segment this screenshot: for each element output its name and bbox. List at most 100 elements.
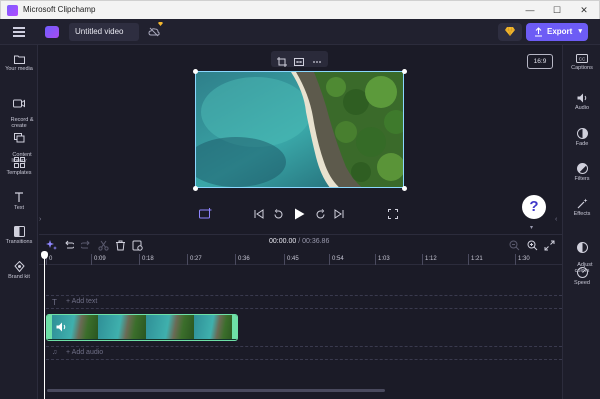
zoom-out-icon[interactable] [509, 238, 521, 251]
playhead[interactable] [44, 257, 45, 399]
clip-thumbnail [194, 315, 234, 339]
video-preview[interactable] [195, 71, 404, 188]
ruler-tick-label: 0:18 [142, 256, 154, 262]
aspect-ratio-button[interactable]: 16:9 [527, 54, 553, 69]
sidebar-item-label: Filters [574, 176, 590, 182]
help-button[interactable]: ? [522, 195, 546, 219]
delete-trash-icon[interactable] [115, 238, 127, 251]
more-options-icon[interactable] [312, 54, 322, 64]
clip-thumbnail [146, 315, 194, 339]
record-icon[interactable] [132, 238, 144, 251]
project-title-input[interactable]: Untitled video [69, 23, 139, 41]
sidebar-item-audio[interactable]: Audio [563, 93, 600, 112]
menu-icon[interactable] [13, 27, 25, 37]
playback-controls [0, 205, 600, 223]
video-clip[interactable] [46, 314, 238, 341]
music-note-icon: ♫ [52, 349, 58, 356]
resize-handle-top-right[interactable] [402, 69, 407, 74]
ruler-tick-label: 1:03 [378, 256, 390, 262]
close-window-button[interactable]: ✕ [573, 3, 595, 18]
svg-text:CC: CC [579, 56, 586, 61]
ruler-tick-label: 1:21 [471, 256, 483, 262]
premium-gem-badge-icon [158, 22, 163, 26]
split-scissors-icon[interactable] [98, 238, 110, 251]
preview-toolbar [271, 51, 328, 67]
export-button[interactable]: Export ▾ [526, 23, 588, 41]
adjust-colors-icon [576, 242, 588, 253]
skip-forward-icon[interactable] [334, 205, 348, 223]
sidebar-item-label: Fade [575, 141, 589, 147]
clip-audio-icon[interactable] [56, 322, 67, 332]
minimize-button[interactable]: — [519, 3, 541, 18]
fit-timeline-icon[interactable] [544, 238, 556, 251]
timeline-ruler[interactable]: 0 0:09 0:18 0:27 0:36 0:45 0:54 1:03 1:1… [39, 254, 562, 265]
timeline-horizontal-scrollbar[interactable] [47, 389, 385, 392]
export-label: Export [547, 27, 573, 36]
brand-kit-icon [13, 261, 25, 272]
timeline-toolbar: 00:00.00 / 00:36.86 [39, 234, 562, 252]
redo-icon[interactable] [80, 238, 93, 250]
clip-trim-handle-left[interactable] [47, 315, 52, 339]
sidebar-item-speed[interactable]: Speed [563, 267, 600, 287]
captions-icon: CC [576, 54, 588, 63]
ruler-tick-label: 0 [49, 256, 53, 262]
sidebar-item-fade[interactable]: Fade [563, 128, 600, 148]
resize-handle-bottom-right[interactable] [402, 186, 407, 191]
text-track[interactable]: T + Add text [46, 295, 562, 309]
sidebar-item-label: Templates [6, 170, 32, 176]
sidebar-item-label: Speed [574, 280, 590, 286]
ruler-tick-label: 0:36 [238, 256, 250, 262]
chevron-down-icon[interactable]: ▾ [530, 224, 533, 231]
text-track-icon: T [52, 298, 57, 307]
add-audio-label[interactable]: + Add audio [66, 349, 103, 356]
ruler-tick-label: 0:45 [287, 256, 299, 262]
ruler-tick-label: 1:30 [518, 256, 530, 262]
fit-frame-icon[interactable] [294, 54, 304, 66]
sidebar-item-brand-kit[interactable]: Brand kit [0, 261, 38, 281]
text-icon [15, 192, 23, 202]
speaker-icon [577, 93, 586, 103]
clip-trim-handle-right[interactable] [232, 315, 237, 339]
camera-icon [13, 99, 25, 108]
sidebar-item-filters[interactable]: Filters [563, 163, 600, 183]
audio-track[interactable]: ♫ + Add audio [46, 346, 562, 360]
ai-magic-icon[interactable] [45, 238, 57, 250]
sidebar-item-captions[interactable]: CC Captions [563, 54, 600, 72]
resize-handle-top-left[interactable] [193, 69, 198, 74]
add-media-icon[interactable] [199, 205, 213, 223]
ruler-tick-label: 0:27 [190, 256, 202, 262]
sidebar-item-transitions[interactable]: Transitions [0, 226, 38, 246]
ruler-tick-label: 1:12 [425, 256, 437, 262]
crop-icon[interactable] [277, 54, 287, 67]
zoom-in-icon[interactable] [527, 238, 539, 251]
cloud-off-icon[interactable] [148, 26, 160, 38]
sidebar-item-label: Brand kit [8, 274, 30, 280]
play-button[interactable] [294, 205, 308, 223]
premium-button[interactable] [498, 23, 522, 41]
sidebar-item-templates[interactable]: Templates [0, 157, 38, 177]
clipchamp-brand-icon [45, 26, 59, 38]
filters-icon [576, 163, 588, 174]
fullscreen-icon[interactable] [388, 205, 402, 223]
sidebar-item-label: Captions [571, 65, 593, 71]
library-icon [13, 133, 24, 143]
fade-icon [576, 128, 588, 139]
skip-back-icon[interactable] [254, 205, 268, 223]
playhead-handle[interactable] [41, 251, 48, 259]
sidebar-item-label: Transitions [5, 239, 33, 245]
ruler-tick-label: 0:09 [94, 256, 106, 262]
sidebar-item-label: Audio [574, 105, 590, 111]
timeline-timecode: 00:00.00 / 00:36.86 [269, 238, 329, 245]
window-title: Microsoft Clipchamp [23, 5, 96, 14]
add-text-label[interactable]: + Add text [66, 298, 97, 305]
sidebar-item-your-media[interactable]: Your media [0, 55, 38, 73]
ruler-tick-label: 0:54 [332, 256, 344, 262]
clip-thumbnail [98, 315, 146, 339]
rewind-5s-icon[interactable] [273, 205, 287, 223]
maximize-button[interactable]: ☐ [546, 3, 568, 18]
forward-5s-icon[interactable] [315, 205, 329, 223]
resize-handle-bottom-left[interactable] [193, 186, 198, 191]
undo-icon[interactable] [63, 238, 75, 250]
diamond-icon [505, 27, 515, 36]
folder-icon [13, 55, 25, 64]
